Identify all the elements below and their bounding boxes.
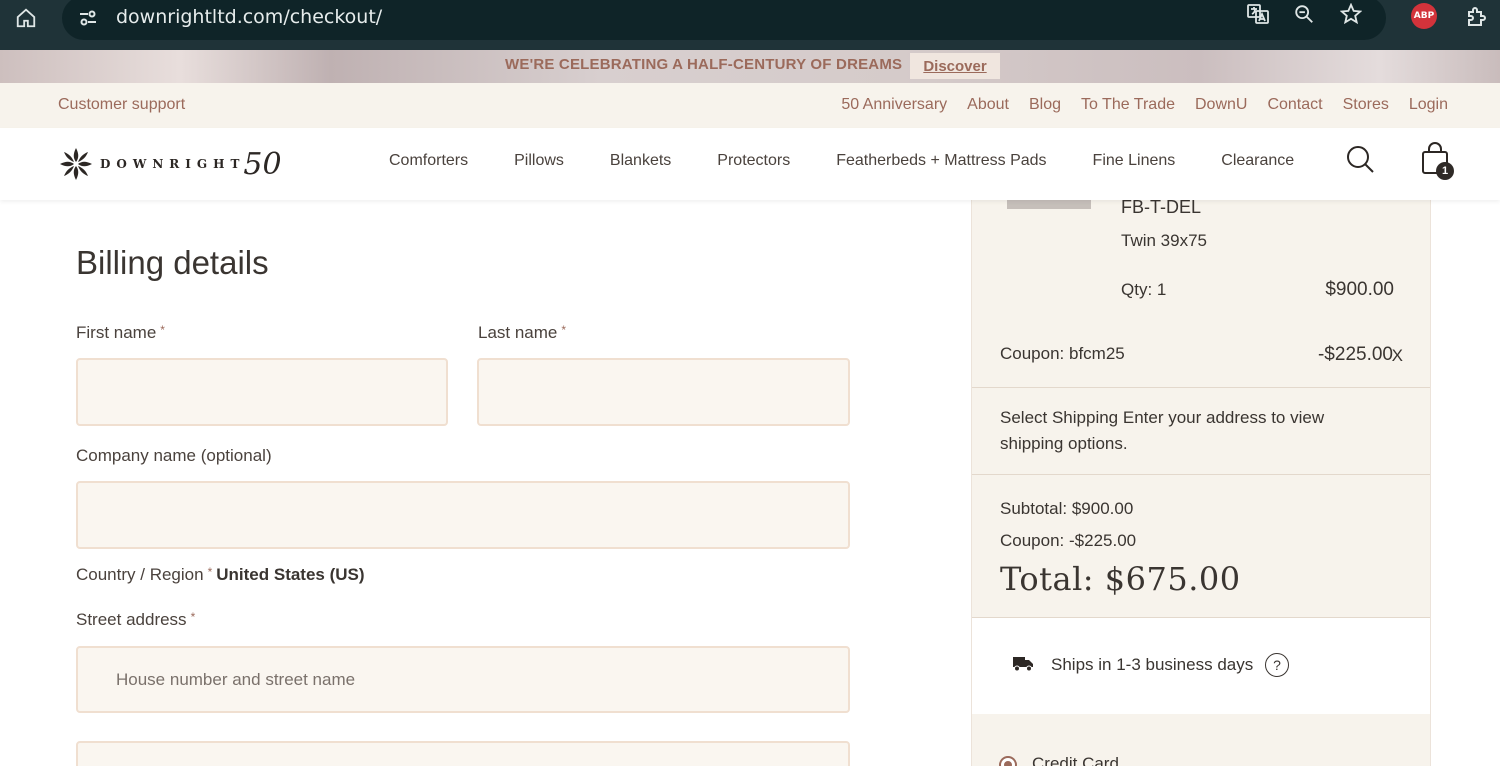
first-name-label: First name * — [76, 323, 165, 343]
first-name-label-text: First name — [76, 323, 157, 342]
utility-links: 50 Anniversary About Blog To The Trade D… — [841, 96, 1448, 114]
search-icon[interactable] — [1345, 144, 1377, 176]
utility-bar: Customer support 50 Anniversary About Bl… — [0, 83, 1500, 128]
zoom-icon[interactable] — [1290, 0, 1318, 28]
coupon-row: Coupon: bfcm25 -$225.00 X — [972, 326, 1430, 388]
product-variant: Twin 39x75 — [1121, 231, 1207, 250]
logo-wordmark: DOWNRIGHT — [100, 157, 246, 171]
nav-comforters[interactable]: Comforters — [389, 152, 468, 170]
country-label-text: Country / Region — [76, 565, 204, 584]
utility-link-contact[interactable]: Contact — [1267, 96, 1322, 114]
coupon-total: Coupon: -$225.00 — [1000, 531, 1137, 550]
utility-link-about[interactable]: About — [967, 96, 1009, 114]
required-mark: * — [190, 610, 196, 624]
remove-coupon-button[interactable]: X — [1392, 346, 1403, 366]
last-name-label: Last name * — [478, 323, 566, 343]
last-name-input[interactable] — [477, 358, 850, 426]
utility-link-stores[interactable]: Stores — [1343, 96, 1389, 114]
discover-link[interactable]: Discover — [910, 53, 1000, 79]
product-thumbnail — [1007, 200, 1091, 209]
nav-clearance[interactable]: Clearance — [1221, 152, 1294, 170]
credit-card-label[interactable]: Credit Card — [1032, 754, 1119, 766]
coupon-label: Coupon: bfcm25 — [1000, 344, 1125, 363]
promo-text: WE'RE CELEBRATING A HALF-CENTURY OF DREA… — [505, 56, 903, 73]
bookmark-star-icon[interactable] — [1337, 0, 1365, 28]
main-header: DOWNRIGHT 50 Comforters Pillows Blankets… — [0, 128, 1500, 200]
logo-number: 50 — [243, 146, 282, 182]
street-address-input[interactable] — [76, 646, 850, 713]
country-value: United States (US) — [216, 565, 365, 584]
nav-blankets[interactable]: Blankets — [610, 152, 671, 170]
main-nav: Comforters Pillows Blankets Protectors F… — [389, 152, 1294, 170]
ships-timeframe: Ships in 1-3 business days — [1051, 655, 1254, 674]
street-address-label: Street address * — [76, 610, 195, 630]
shipping-row: Select Shipping Enter your address to vi… — [972, 388, 1430, 475]
country-region-field: Country / Region * United States (US) — [76, 565, 365, 585]
browser-toolbar: downrightltd.com/checkout/ ABP — [0, 0, 1500, 50]
logo-emblem-icon — [60, 148, 92, 180]
translate-icon[interactable] — [1244, 0, 1272, 28]
first-name-input[interactable] — [76, 358, 448, 426]
required-mark: * — [160, 323, 165, 337]
truck-icon — [1013, 657, 1033, 672]
product-price: $900.00 — [1325, 279, 1394, 300]
order-summary: FB-T-DEL Twin 39x75 Qty: 1 $900.00 Coupo… — [971, 197, 1431, 766]
coupon-amount: -$225.00 — [1317, 344, 1393, 365]
product-sku: FB-T-DEL — [1121, 197, 1202, 217]
cart-count-badge: 1 — [1436, 162, 1454, 180]
company-name-input[interactable] — [76, 481, 850, 549]
utility-link-anniversary[interactable]: 50 Anniversary — [841, 96, 947, 114]
last-name-label-text: Last name — [478, 323, 558, 342]
home-icon[interactable] — [12, 4, 40, 32]
utility-link-trade[interactable]: To The Trade — [1081, 96, 1175, 114]
extensions-icon[interactable] — [1462, 2, 1492, 32]
cart-button[interactable]: 1 — [1420, 142, 1460, 182]
utility-link-blog[interactable]: Blog — [1029, 96, 1061, 114]
credit-card-radio[interactable] — [999, 756, 1017, 766]
promo-banner: WE'RE CELEBRATING A HALF-CENTURY OF DREA… — [0, 50, 1500, 83]
nav-pillows[interactable]: Pillows — [514, 152, 564, 170]
help-icon[interactable]: ? — [1265, 653, 1289, 677]
company-name-label: Company name (optional) — [76, 446, 272, 465]
customer-support-link[interactable]: Customer support — [58, 96, 185, 114]
payment-methods: Credit Card — [972, 714, 1430, 766]
address-bar[interactable]: downrightltd.com/checkout/ — [62, 0, 1386, 40]
nav-featherbeds[interactable]: Featherbeds + Mattress Pads — [836, 152, 1046, 170]
product-qty: Qty: 1 — [1121, 280, 1167, 299]
subtotal: Subtotal: $900.00 — [1000, 499, 1134, 518]
adblock-extension-icon[interactable]: ABP — [1411, 3, 1437, 29]
site-info-icon[interactable] — [76, 6, 100, 30]
site-logo[interactable]: DOWNRIGHT 50 — [58, 144, 282, 184]
shipping-text: Select Shipping Enter your address to vi… — [1000, 408, 1325, 453]
utility-link-login[interactable]: Login — [1409, 96, 1448, 114]
nav-fine-linens[interactable]: Fine Linens — [1093, 152, 1176, 170]
street-address-line2-input[interactable] — [76, 741, 850, 766]
required-mark: * — [561, 323, 567, 337]
shipping-info: Ships in 1-3 business days ? — [972, 618, 1430, 714]
street-label-text: Street address — [76, 610, 187, 629]
url-text[interactable]: downrightltd.com/checkout/ — [116, 6, 382, 28]
billing-title: Billing details — [76, 244, 269, 281]
utility-link-downu[interactable]: DownU — [1195, 96, 1247, 114]
totals-section: Subtotal: $900.00 Coupon: -$225.00 Total… — [972, 475, 1430, 618]
nav-protectors[interactable]: Protectors — [717, 152, 790, 170]
required-mark: * — [207, 565, 213, 579]
grand-total: Total: $675.00 — [1000, 560, 1241, 598]
